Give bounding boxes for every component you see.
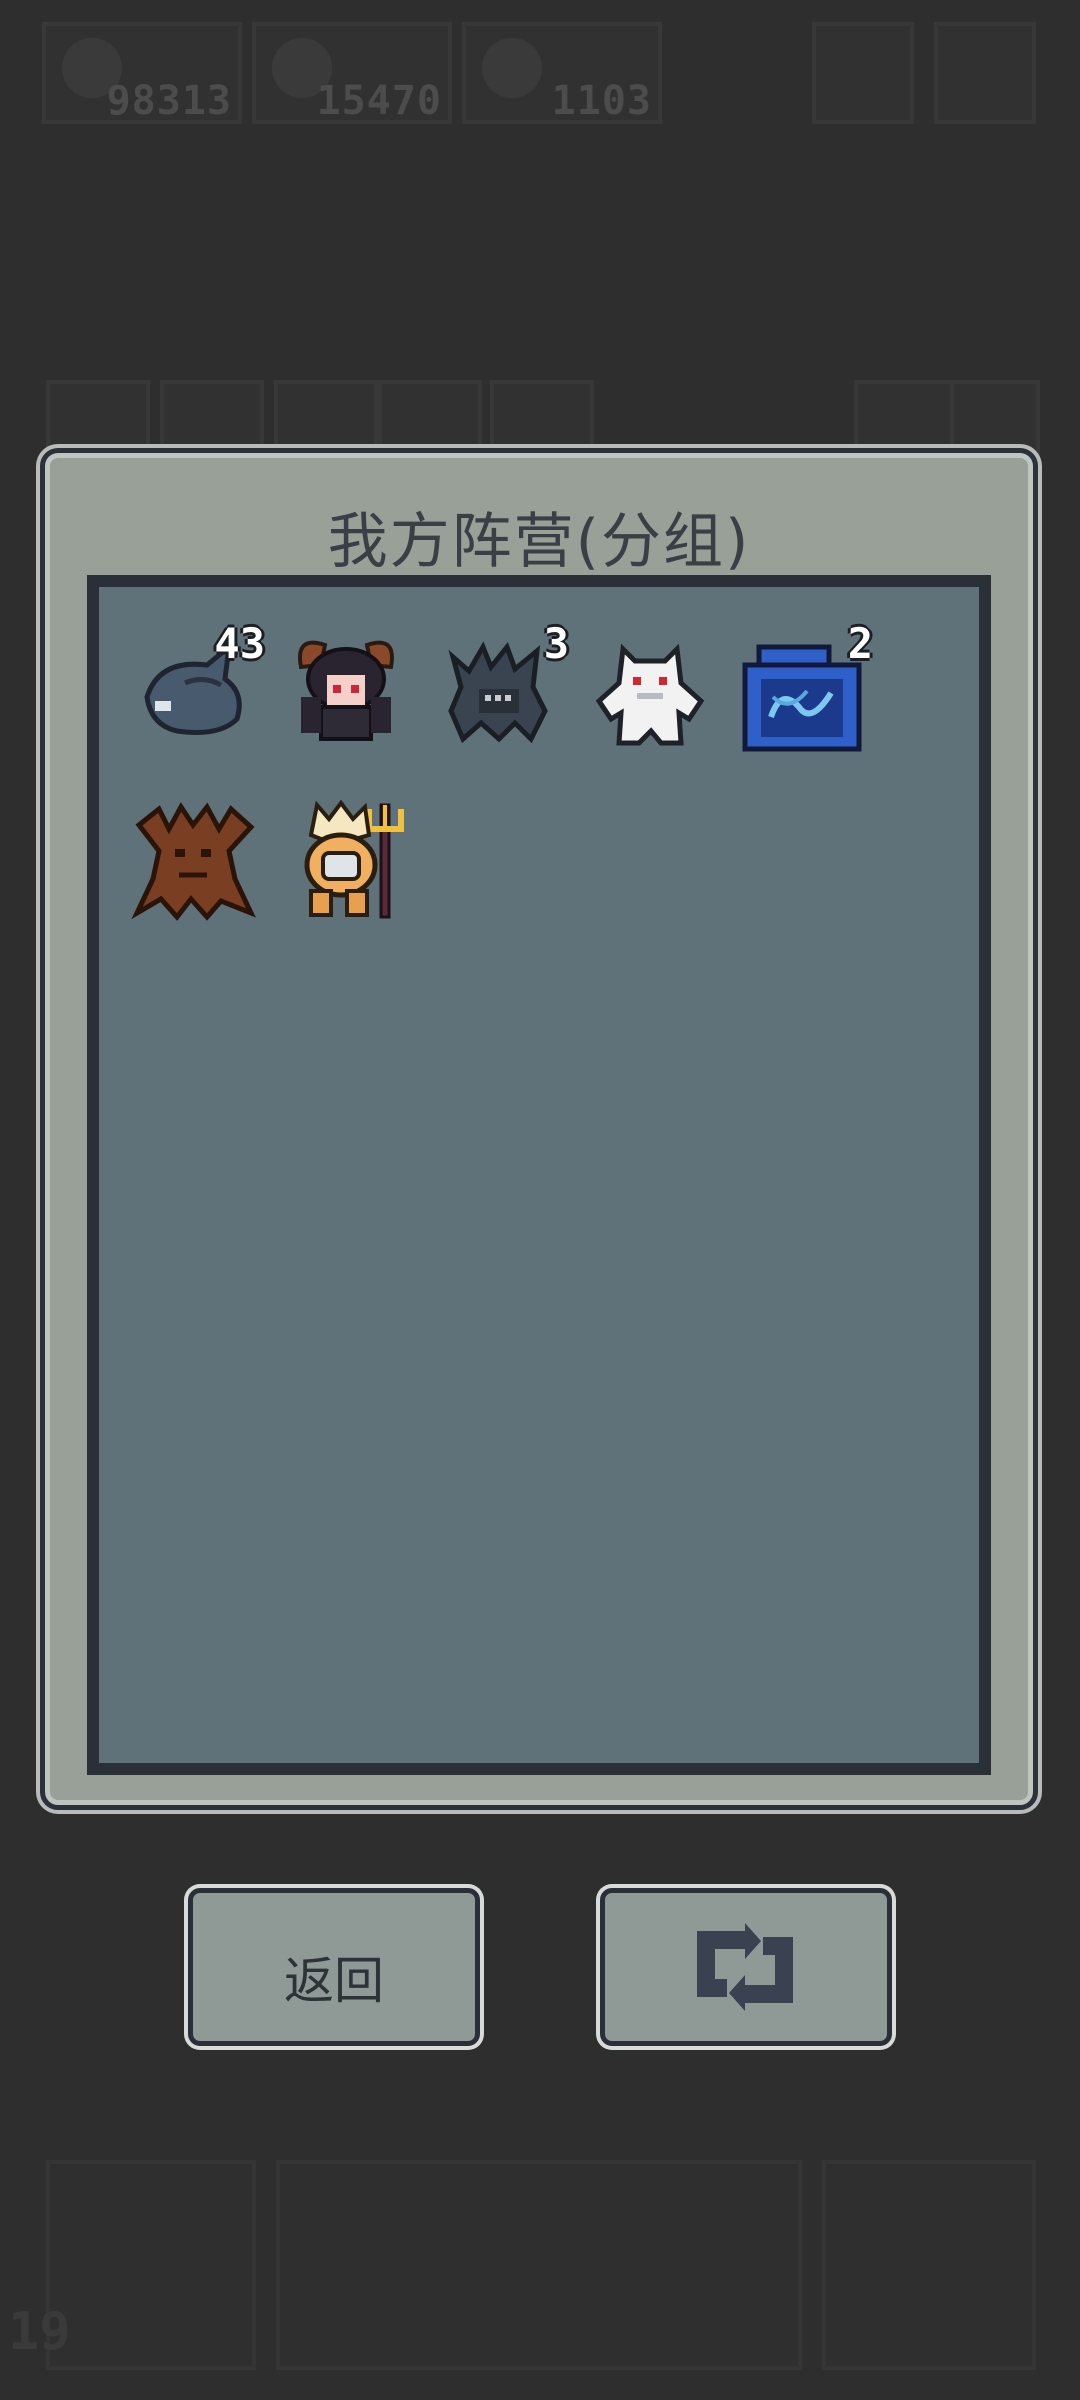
level-number: 19: [8, 2302, 71, 2362]
resource-gold-value: 98313: [106, 78, 232, 124]
unit-slot[interactable]: [281, 795, 411, 925]
refresh-button[interactable]: [600, 1888, 892, 2046]
unit-slot[interactable]: 43: [129, 619, 265, 757]
army-panel: 我方阵营(分组) 43 3 2: [40, 448, 1038, 1810]
cancel-action-button[interactable]: [46, 2160, 256, 2370]
white-ghost-icon: [595, 643, 705, 746]
resource-bag: 15470: [252, 22, 452, 124]
action-slot[interactable]: [276, 2160, 802, 2370]
unit-slot[interactable]: [281, 627, 411, 757]
unit-slot[interactable]: [585, 627, 715, 757]
refresh-icon: [697, 1923, 793, 2011]
resource-bag-value: 15470: [316, 78, 442, 124]
resource-gold: 98313: [42, 22, 242, 124]
unit-slot[interactable]: [129, 795, 259, 925]
unit-count: 3: [543, 619, 569, 668]
unit-grid: 43 3 2: [87, 575, 991, 1775]
menu-button[interactable]: [812, 22, 914, 124]
tree-ent-icon: [131, 802, 256, 921]
resource-gear: 1103: [462, 22, 662, 124]
unit-count: 43: [214, 619, 265, 668]
unit-slot[interactable]: 3: [433, 619, 569, 757]
settings-button[interactable]: [934, 22, 1036, 124]
character-button[interactable]: [822, 2160, 1036, 2370]
gear-icon: [482, 38, 542, 98]
unit-slot[interactable]: 2: [737, 619, 873, 757]
back-button-label: 返回: [284, 1952, 384, 2010]
golden-knight-icon: [304, 799, 404, 919]
horned-girl-icon: [298, 640, 394, 741]
back-button[interactable]: 返回: [188, 1888, 480, 2046]
panel-title: 我方阵营(分组): [327, 507, 751, 577]
unit-count: 2: [847, 619, 873, 668]
resource-gear-value: 1103: [551, 78, 652, 124]
